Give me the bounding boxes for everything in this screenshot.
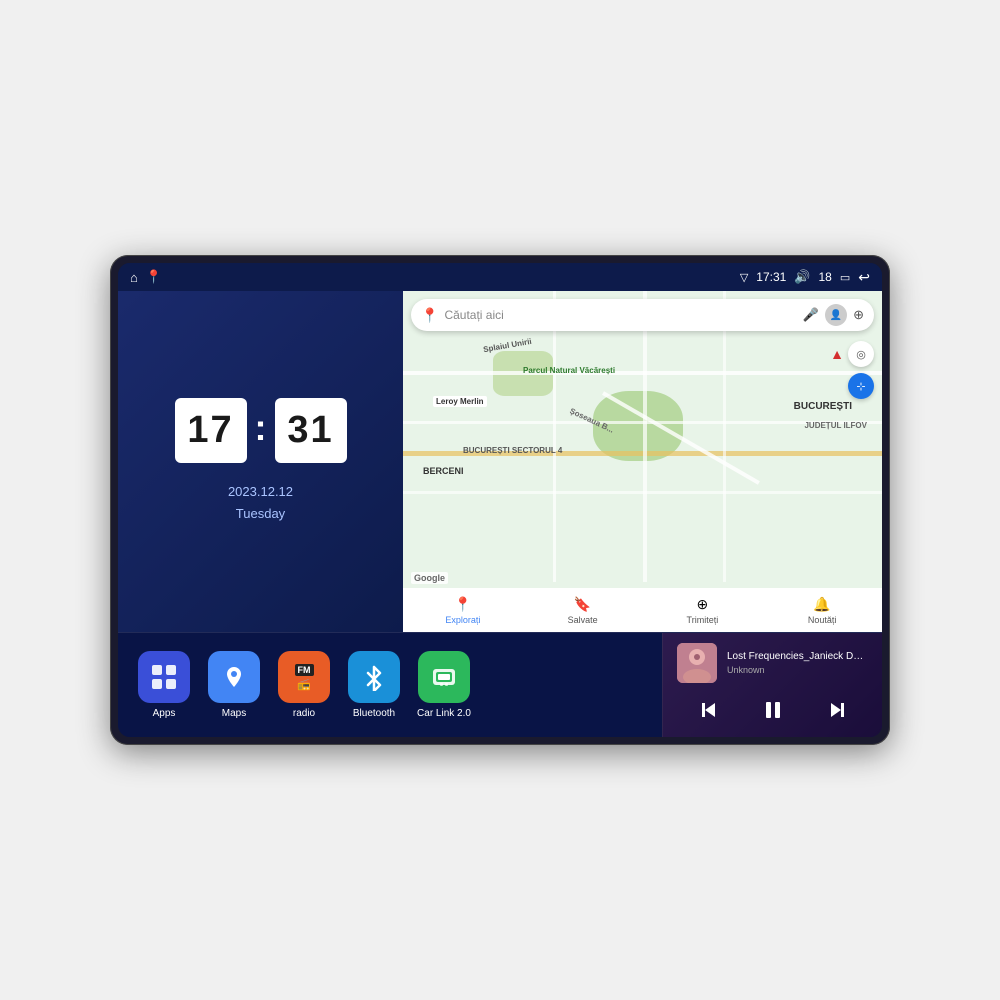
music-title: Lost Frequencies_Janieck Devy-...: [727, 651, 868, 662]
volume-level: 18: [819, 270, 832, 284]
clock-date: 2023.12.12 Tuesday: [228, 481, 293, 525]
bluetooth-label: Bluetooth: [353, 708, 395, 719]
clock-colon: :: [255, 407, 267, 449]
app-item-maps[interactable]: Maps: [204, 651, 264, 719]
music-info: Lost Frequencies_Janieck Devy-... Unknow…: [677, 643, 868, 683]
map-bottom-nav: 📍 Explorați 🔖 Salvate ⊕ Trimiteți 🔔: [403, 588, 882, 632]
radio-icon: FM 📻: [278, 651, 330, 703]
signal-icon: ▽: [740, 271, 748, 284]
google-logo: Google: [411, 572, 448, 584]
map-label-berceni: BERCENI: [423, 466, 464, 476]
bottom-section: Apps Maps FM: [118, 632, 882, 737]
carlink-label: Car Link 2.0: [417, 708, 471, 719]
maps-label: Maps: [222, 708, 246, 719]
map-saved-icon: 🔖: [574, 596, 591, 613]
clock-display: 17 : 31: [175, 398, 347, 463]
home-icon[interactable]: ⌂: [130, 270, 138, 285]
map-search-bar[interactable]: 📍 Căutați aici 🎤 👤 ⊕: [411, 299, 874, 331]
radio-label: radio: [293, 708, 315, 719]
map-panel[interactable]: TRAPEZULUI BUCUREȘTI JUDEȚUL ILFOV BERCE…: [403, 291, 882, 632]
app-item-bluetooth[interactable]: Bluetooth: [344, 651, 404, 719]
location-nav-icon[interactable]: 📍: [146, 269, 162, 285]
map-search-input[interactable]: Căutați aici: [444, 308, 796, 322]
map-explore-icon: 📍: [454, 596, 471, 613]
volume-icon: 🔊: [794, 269, 810, 285]
map-label-leroy: Leroy Merlin: [433, 396, 487, 407]
map-controls: ◎ ⊹: [848, 341, 874, 399]
music-text: Lost Frequencies_Janieck Devy-... Unknow…: [727, 651, 868, 675]
map-nav-explore[interactable]: 📍 Explorați: [403, 588, 523, 632]
status-right-icons: ▽ 17:31 🔊 18 ▭ ↩: [740, 269, 870, 286]
music-controls: [677, 689, 868, 727]
bluetooth-icon: [348, 651, 400, 703]
back-icon[interactable]: ↩: [858, 269, 870, 286]
status-bar: ⌂ 📍 ▽ 17:31 🔊 18 ▭ ↩: [118, 263, 882, 291]
device-screen: ⌂ 📍 ▽ 17:31 🔊 18 ▭ ↩ 17 :: [118, 263, 882, 737]
app-item-radio[interactable]: FM 📻 radio: [274, 651, 334, 719]
map-nav-saved[interactable]: 🔖 Salvate: [523, 588, 643, 632]
map-layers-icon[interactable]: ⊕: [853, 307, 864, 323]
map-saved-label: Salvate: [568, 615, 598, 625]
clock-hours: 17: [175, 398, 247, 463]
map-send-label: Trimiteți: [687, 615, 719, 625]
status-left-icons: ⌂ 📍: [130, 269, 162, 285]
music-player: Lost Frequencies_Janieck Devy-... Unknow…: [662, 633, 882, 737]
map-label-judet: JUDEȚUL ILFOV: [804, 421, 867, 430]
map-red-pin: ▲: [830, 346, 844, 362]
carlink-icon: [418, 651, 470, 703]
map-nav-send[interactable]: ⊕ Trimiteți: [643, 588, 763, 632]
app-item-apps[interactable]: Apps: [134, 651, 194, 719]
main-content: 17 : 31 2023.12.12 Tuesday: [118, 291, 882, 737]
music-prev-button[interactable]: [691, 696, 727, 724]
apps-label: Apps: [153, 708, 176, 719]
map-nav-news[interactable]: 🔔 Noutăți: [762, 588, 882, 632]
clock-panel: 17 : 31 2023.12.12 Tuesday: [118, 291, 403, 632]
map-surface: TRAPEZULUI BUCUREȘTI JUDEȚUL ILFOV BERCE…: [403, 291, 882, 632]
top-section: 17 : 31 2023.12.12 Tuesday: [118, 291, 882, 632]
map-news-icon: 🔔: [813, 596, 830, 613]
map-send-icon: ⊕: [697, 596, 709, 613]
map-label-parc: Parcul Natural Văcărești: [523, 366, 603, 375]
music-artist: Unknown: [727, 665, 868, 675]
map-news-label: Noutăți: [808, 615, 837, 625]
map-mic-icon[interactable]: 🎤: [803, 307, 819, 323]
maps-icon: [208, 651, 260, 703]
map-label-sector4: BUCUREȘTI SECTORUL 4: [463, 446, 562, 455]
music-play-button[interactable]: [754, 695, 792, 725]
map-explore-label: Explorați: [445, 615, 480, 625]
status-time: 17:31: [756, 270, 786, 284]
battery-icon: ▭: [840, 271, 850, 284]
apps-row: Apps Maps FM: [118, 633, 662, 737]
apps-icon: [138, 651, 190, 703]
app-item-carlink[interactable]: Car Link 2.0: [414, 651, 474, 719]
clock-minutes: 31: [275, 398, 347, 463]
map-search-pin-icon: 📍: [421, 307, 438, 324]
map-label-bucuresti: BUCUREȘTI: [794, 401, 852, 412]
device-frame: ⌂ 📍 ▽ 17:31 🔊 18 ▭ ↩ 17 :: [110, 255, 890, 745]
music-next-button[interactable]: [819, 696, 855, 724]
map-compass-button[interactable]: ◎: [848, 341, 874, 367]
music-album-art: [677, 643, 717, 683]
map-navigate-button[interactable]: ⊹: [848, 373, 874, 399]
map-user-avatar[interactable]: 👤: [825, 304, 847, 326]
